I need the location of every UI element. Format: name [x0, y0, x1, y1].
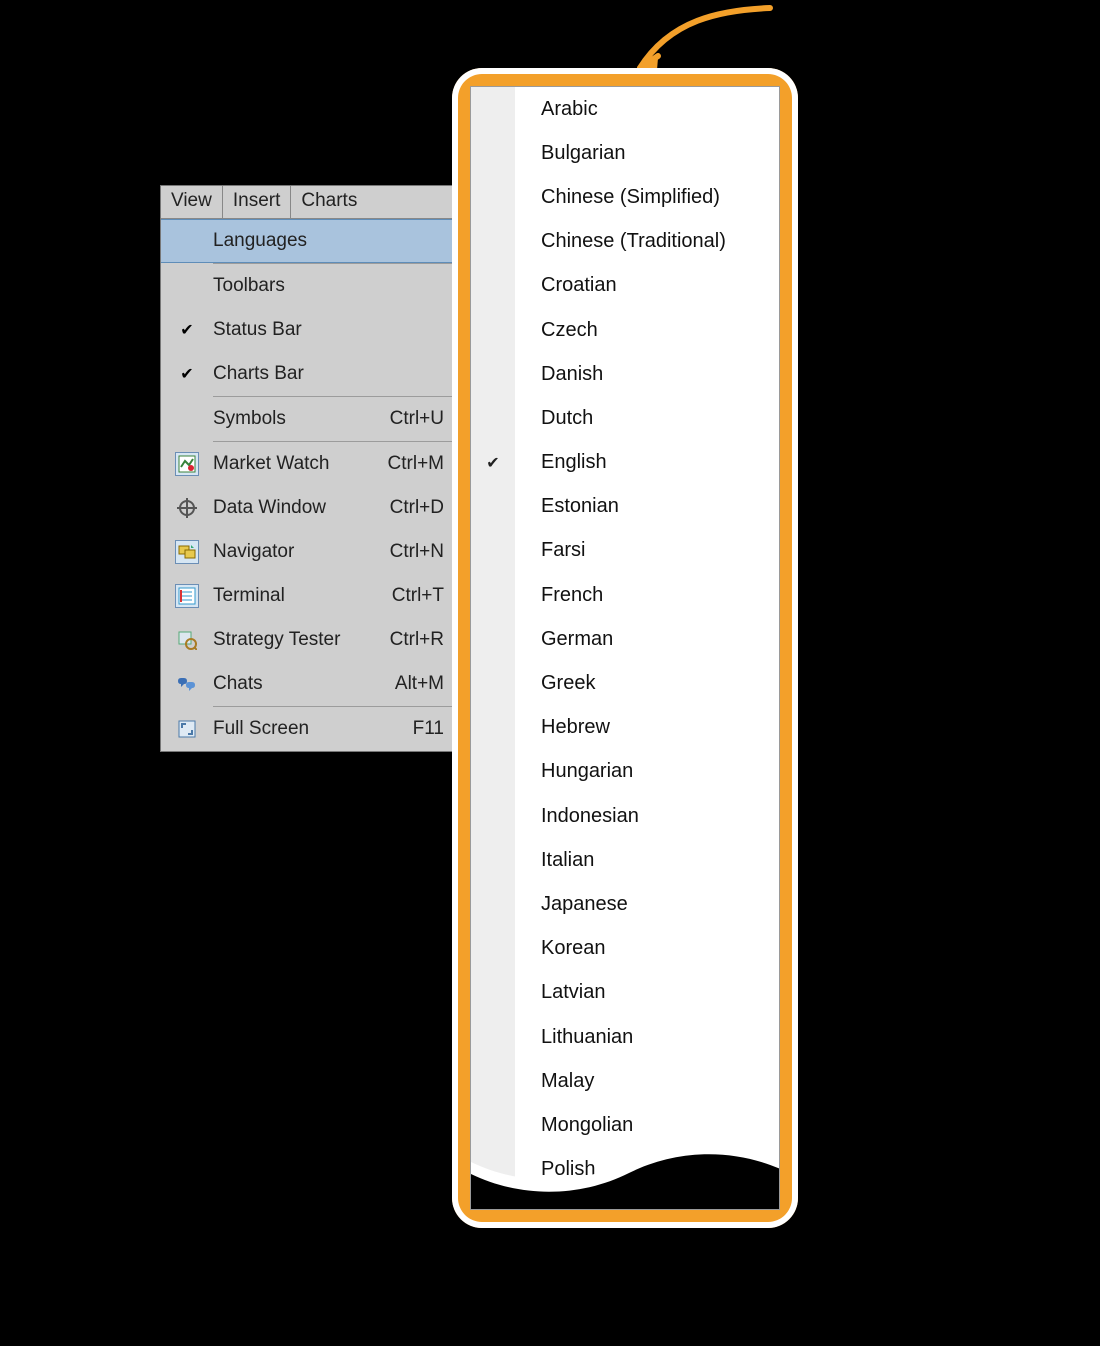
menu-item-label: Languages: [213, 230, 454, 252]
menu-item-data-window[interactable]: Data Window Ctrl+D: [161, 486, 454, 530]
chats-icon: [161, 672, 213, 696]
menu-item-status-bar[interactable]: ✔ Status Bar: [161, 308, 454, 352]
language-item[interactable]: Dutch: [471, 396, 779, 440]
languages-submenu-callout: Arabic Bulgarian Chinese (Simplified) Chine…: [452, 68, 798, 1228]
navigator-icon: [161, 540, 213, 564]
language-item[interactable]: Croatian: [471, 264, 779, 308]
terminal-icon: [161, 584, 213, 608]
menu-item-full-screen[interactable]: Full Screen F11: [161, 707, 454, 751]
menu-item-label: Status Bar: [213, 319, 454, 341]
languages-list: Arabic Bulgarian Chinese (Simplified) Chine…: [471, 87, 779, 1192]
menu-item-shortcut: Ctrl+R: [390, 629, 454, 651]
language-label: Danish: [515, 363, 603, 386]
language-label: Chinese (Simplified): [515, 186, 720, 209]
language-item[interactable]: ✔English: [471, 441, 779, 485]
menu-item-label: Navigator: [213, 541, 390, 563]
language-item[interactable]: Hungarian: [471, 750, 779, 794]
language-label: Greek: [515, 672, 595, 695]
menu-item-label: Strategy Tester: [213, 629, 390, 651]
language-item[interactable]: Japanese: [471, 882, 779, 926]
language-label: Malay: [515, 1070, 594, 1093]
language-label: English: [515, 451, 607, 474]
menubar-insert[interactable]: Insert: [223, 186, 292, 218]
language-item[interactable]: Lithuanian: [471, 1015, 779, 1059]
language-label: Lithuanian: [515, 1026, 633, 1049]
language-item[interactable]: Czech: [471, 308, 779, 352]
language-item[interactable]: French: [471, 573, 779, 617]
market-watch-icon: [161, 452, 213, 476]
language-item[interactable]: Chinese (Simplified): [471, 175, 779, 219]
language-label: Korean: [515, 937, 606, 960]
menubar-charts[interactable]: Charts: [291, 186, 367, 218]
menu-item-toolbars[interactable]: Toolbars: [161, 264, 454, 308]
menu-item-label: Terminal: [213, 585, 392, 607]
fullscreen-icon: [161, 717, 213, 741]
torn-edge-icon: [470, 1141, 780, 1210]
language-item[interactable]: Latvian: [471, 971, 779, 1015]
check-icon: ✔: [471, 453, 515, 473]
language-label: Hungarian: [515, 760, 633, 783]
menu-item-shortcut: Alt+M: [395, 673, 454, 695]
language-item[interactable]: Arabic: [471, 87, 779, 131]
language-item[interactable]: Danish: [471, 352, 779, 396]
language-label: Arabic: [515, 98, 598, 121]
view-menu-panel: View Insert Charts Languages Toolbars ✔ …: [160, 185, 455, 752]
menu-item-shortcut: F11: [413, 718, 454, 740]
language-label: Mongolian: [515, 1114, 633, 1137]
language-label: Croatian: [515, 274, 617, 297]
language-label: Estonian: [515, 495, 619, 518]
language-label: French: [515, 584, 603, 607]
menu-item-shortcut: Ctrl+D: [390, 497, 454, 519]
menu-item-market-watch[interactable]: Market Watch Ctrl+M: [161, 442, 454, 486]
language-label: German: [515, 628, 613, 651]
menu-item-shortcut: Ctrl+N: [390, 541, 454, 563]
menu-item-label: Symbols: [213, 408, 390, 430]
language-item[interactable]: Chinese (Traditional): [471, 220, 779, 264]
language-label: Chinese (Traditional): [515, 230, 726, 253]
view-dropdown: Languages Toolbars ✔ Status Bar ✔ Charts…: [161, 219, 454, 751]
language-item[interactable]: Hebrew: [471, 706, 779, 750]
strategy-tester-icon: [161, 628, 213, 652]
language-label: Italian: [515, 849, 594, 872]
menu-item-label: Market Watch: [213, 453, 388, 475]
menu-item-navigator[interactable]: Navigator Ctrl+N: [161, 530, 454, 574]
crosshair-icon: [161, 496, 213, 520]
language-item[interactable]: Italian: [471, 838, 779, 882]
menubar: View Insert Charts: [161, 186, 454, 219]
language-label: Farsi: [515, 539, 585, 562]
language-item[interactable]: Farsi: [471, 529, 779, 573]
languages-submenu: Arabic Bulgarian Chinese (Simplified) Chine…: [470, 86, 780, 1210]
language-label: Japanese: [515, 893, 628, 916]
language-item[interactable]: Greek: [471, 661, 779, 705]
menu-item-label: Charts Bar: [213, 363, 454, 385]
menu-item-chats[interactable]: Chats Alt+M: [161, 662, 454, 706]
language-label: Dutch: [515, 407, 593, 430]
language-item[interactable]: Korean: [471, 927, 779, 971]
language-label: Hebrew: [515, 716, 610, 739]
language-item[interactable]: Estonian: [471, 485, 779, 529]
language-label: Latvian: [515, 981, 606, 1004]
language-item[interactable]: Malay: [471, 1059, 779, 1103]
check-icon: ✔: [161, 320, 213, 340]
language-label: Indonesian: [515, 805, 639, 828]
menubar-view[interactable]: View: [161, 186, 223, 218]
menu-item-shortcut: Ctrl+U: [390, 408, 454, 430]
menu-item-languages[interactable]: Languages: [161, 219, 454, 263]
menu-item-shortcut: Ctrl+T: [392, 585, 454, 607]
check-icon: ✔: [161, 364, 213, 384]
language-label: Czech: [515, 319, 598, 342]
menu-item-charts-bar[interactable]: ✔ Charts Bar: [161, 352, 454, 396]
language-item[interactable]: Indonesian: [471, 794, 779, 838]
language-item[interactable]: Bulgarian: [471, 131, 779, 175]
language-item[interactable]: German: [471, 617, 779, 661]
menu-item-strategy-tester[interactable]: Strategy Tester Ctrl+R: [161, 618, 454, 662]
menu-item-symbols[interactable]: Symbols Ctrl+U: [161, 397, 454, 441]
language-label: Bulgarian: [515, 142, 626, 165]
menu-item-label: Data Window: [213, 497, 390, 519]
menu-item-label: Full Screen: [213, 718, 413, 740]
menu-item-label: Chats: [213, 673, 395, 695]
menu-item-label: Toolbars: [213, 275, 454, 297]
menu-item-terminal[interactable]: Terminal Ctrl+T: [161, 574, 454, 618]
menu-item-shortcut: Ctrl+M: [388, 453, 454, 475]
